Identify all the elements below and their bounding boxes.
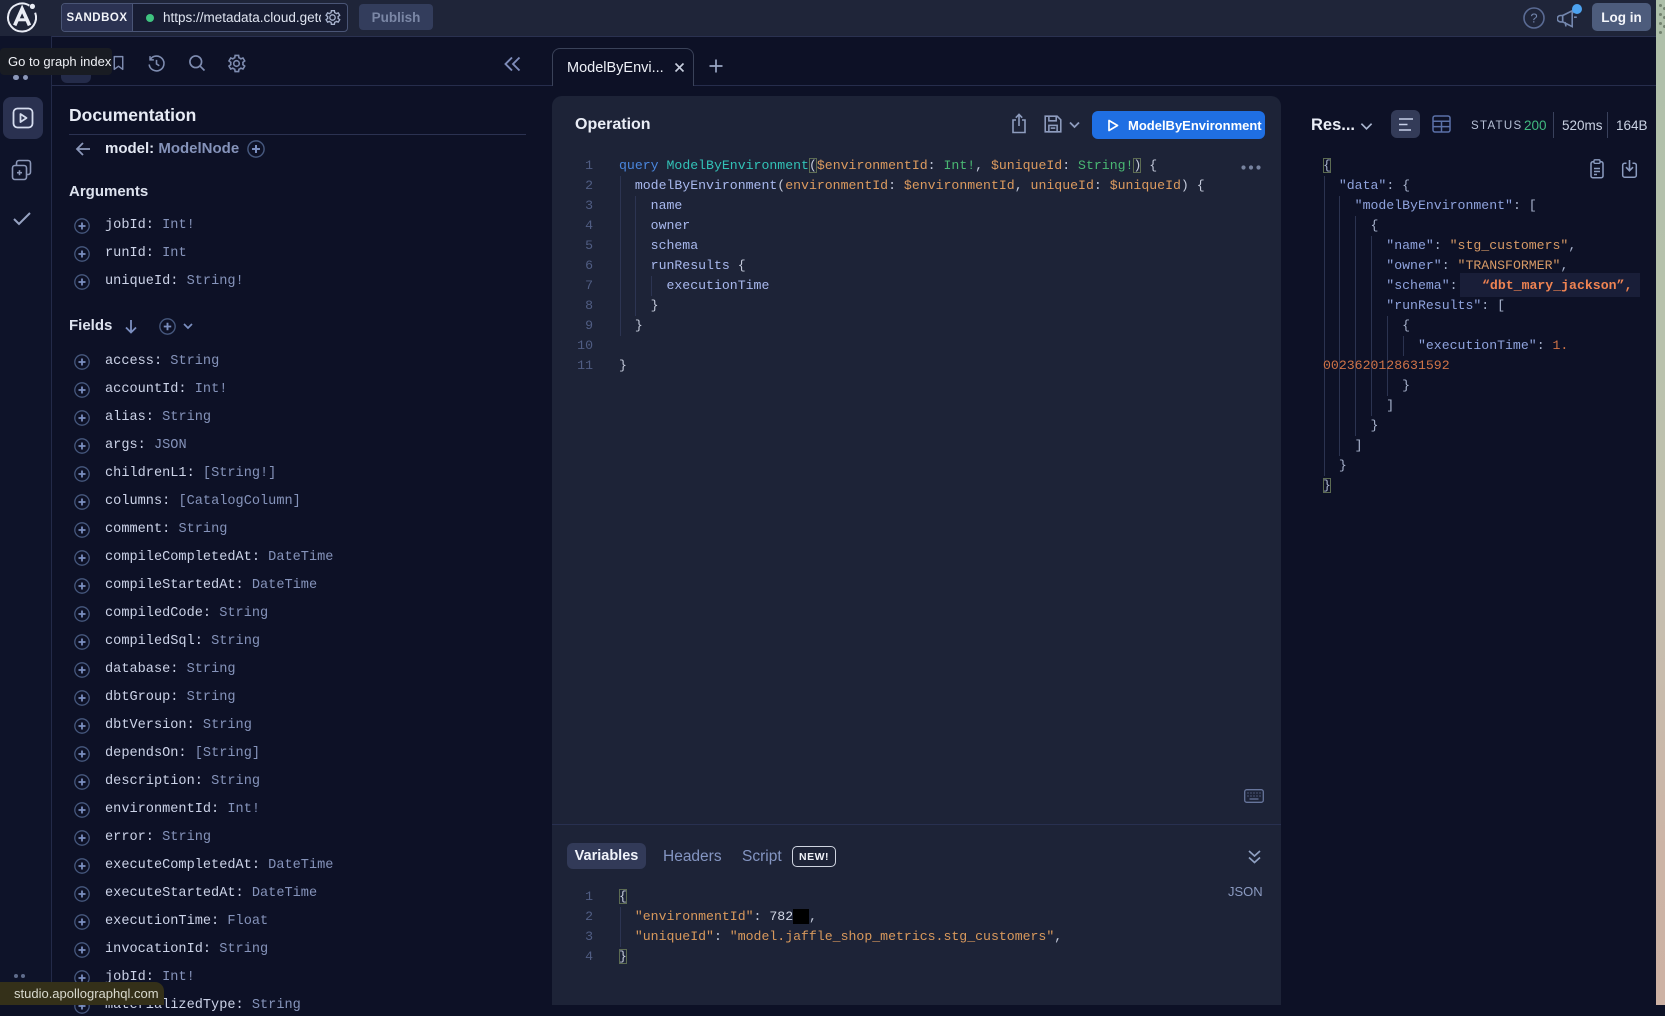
svg-text:?: ? bbox=[1530, 11, 1537, 26]
